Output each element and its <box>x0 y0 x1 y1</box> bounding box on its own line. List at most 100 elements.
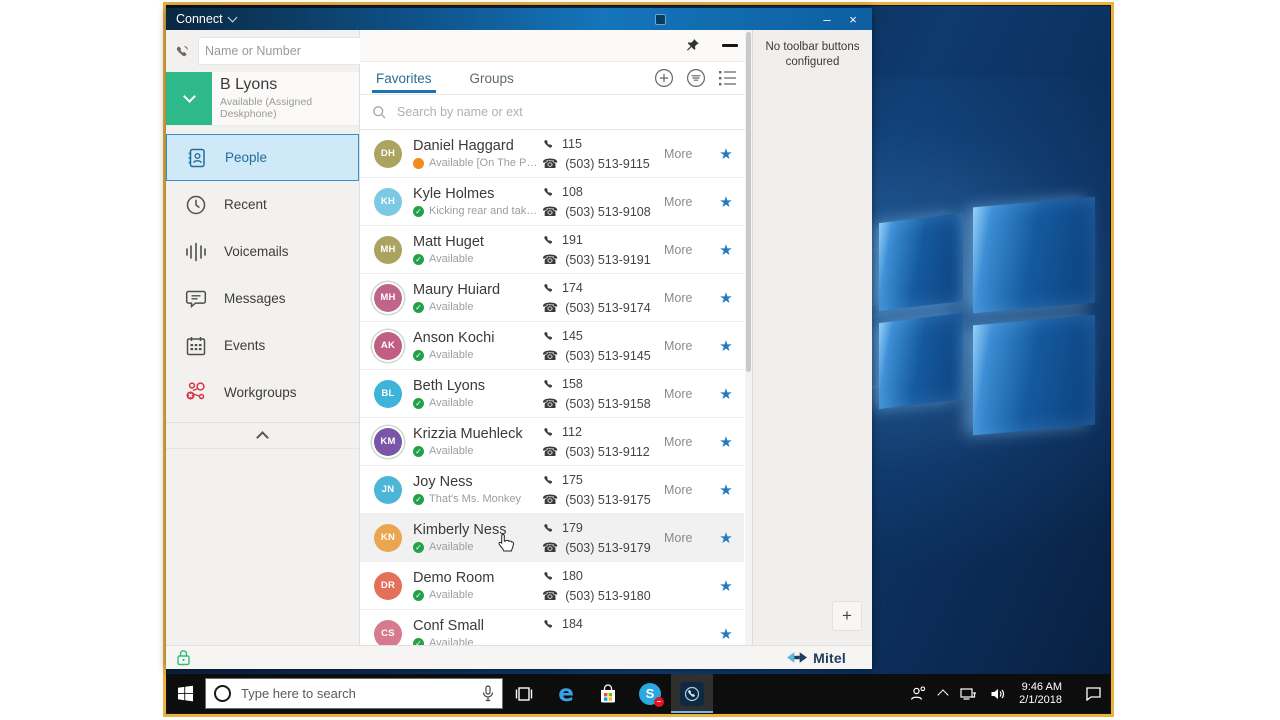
add-icon[interactable] <box>654 68 674 88</box>
contact-row[interactable]: KH Kyle Holmes ✓ Kicking rear and taking… <box>360 178 744 226</box>
more-button[interactable]: More <box>664 243 708 257</box>
task-view-button[interactable] <box>503 674 545 713</box>
connect-menu-button[interactable]: Connect <box>172 12 240 26</box>
phone-line: ☎ (503) 513-9180 <box>542 586 664 606</box>
sidebar-collapse-button[interactable] <box>166 423 359 449</box>
contact-row[interactable]: DH Daniel Haggard Available [On The Phon… <box>360 130 744 178</box>
phone-line: ☎ (503) 513-9145 <box>542 346 664 366</box>
contact-row[interactable]: CS Conf Small ✓ Available 184 ☎ ★ <box>360 610 744 645</box>
favorite-star-icon[interactable]: ★ <box>708 289 744 307</box>
taskbar-search[interactable] <box>205 678 503 709</box>
toolbar-buttons-panel: No toolbar buttons configured + <box>752 30 872 645</box>
contact-row[interactable]: MH Maury Huiard ✓ Available 174 ☎ (503) … <box>360 274 744 322</box>
favorite-star-icon[interactable]: ★ <box>708 385 744 403</box>
add-toolbar-button[interactable]: + <box>832 601 862 631</box>
more-button[interactable]: More <box>664 435 708 449</box>
phone-number: (503) 513-9191 <box>565 252 651 267</box>
more-button[interactable]: More <box>664 531 708 545</box>
mitel-logo: Mitel <box>786 650 846 666</box>
deskphone-icon: ☎ <box>542 204 559 219</box>
sidebar-item-voicemails[interactable]: Voicemails <box>166 228 359 275</box>
titlebar-dock-icon[interactable] <box>655 13 666 25</box>
favorite-star-icon[interactable]: ★ <box>708 529 744 547</box>
taskbar-clock[interactable]: 9:46 AM 2/1/2018 <box>1019 681 1062 707</box>
network-icon[interactable] <box>960 687 977 701</box>
sidebar-item-workgroups[interactable]: Workgroups <box>166 369 359 416</box>
handset-icon <box>542 281 555 294</box>
skype-icon[interactable]: S – <box>629 674 671 713</box>
store-icon[interactable] <box>587 674 629 713</box>
more-button[interactable]: More <box>664 291 708 305</box>
mitel-connect-taskbar-icon[interactable] <box>671 674 713 713</box>
sidebar-item-messages[interactable]: Messages <box>166 275 359 322</box>
start-button[interactable] <box>167 674 203 713</box>
collapse-dash-icon[interactable] <box>722 44 738 47</box>
pin-icon[interactable] <box>685 38 700 53</box>
favorite-star-icon[interactable]: ★ <box>708 145 744 163</box>
contact-row[interactable]: MH Matt Huget ✓ Available 191 ☎ (503) 51… <box>360 226 744 274</box>
favorite-star-icon[interactable]: ★ <box>708 625 744 643</box>
action-center-icon[interactable] <box>1085 686 1102 701</box>
sidebar-item-label: Voicemails <box>224 244 289 259</box>
handset-icon <box>542 233 555 246</box>
favorite-star-icon[interactable]: ★ <box>708 337 744 355</box>
handset-icon <box>542 617 555 630</box>
presence-icon: ✓ <box>413 349 424 361</box>
edge-icon[interactable]: e <box>545 674 587 713</box>
tab-groups[interactable]: Groups <box>468 64 516 92</box>
user-presence-dropdown[interactable] <box>166 72 212 125</box>
sidebar-item-recent[interactable]: Recent <box>166 181 359 228</box>
close-button[interactable]: × <box>840 12 866 27</box>
recent-icon <box>184 193 208 217</box>
contact-row[interactable]: BL Beth Lyons ✓ Available 158 ☎ (503) 51… <box>360 370 744 418</box>
sidebar-item-label: Recent <box>224 197 267 212</box>
more-button[interactable]: More <box>664 147 708 161</box>
favorite-star-icon[interactable]: ★ <box>708 433 744 451</box>
more-button[interactable]: More <box>664 387 708 401</box>
presence-icon <box>413 157 424 169</box>
more-button[interactable]: More <box>664 195 708 209</box>
contact-row[interactable]: KM Krizzia Muehleck ✓ Available 112 ☎ (5… <box>360 418 744 466</box>
quick-dial-row <box>166 30 394 72</box>
scrollbar[interactable] <box>745 30 752 645</box>
contact-row[interactable]: KN Kimberly Ness ✓ Available 179 ☎ (503)… <box>360 514 744 562</box>
sidebar-item-people[interactable]: People <box>166 134 359 181</box>
volume-icon[interactable] <box>990 687 1006 701</box>
extension-number: 180 <box>562 568 583 583</box>
avatar: KM <box>374 427 402 456</box>
taskbar: e S– 9:46 AM 2/1/2018 <box>167 674 1110 713</box>
list-view-icon[interactable] <box>718 69 738 87</box>
tab-favorites[interactable]: Favorites <box>372 64 436 93</box>
avatar: MH <box>374 235 402 264</box>
more-button[interactable]: More <box>664 339 708 353</box>
people-tray-icon[interactable] <box>910 686 926 701</box>
contacts-search-input[interactable] <box>395 104 740 120</box>
more-button[interactable]: More <box>664 483 708 497</box>
contact-row[interactable]: JN Joy Ness ✓ That's Ms. Monkey 175 ☎ (5… <box>360 466 744 514</box>
favorite-star-icon[interactable]: ★ <box>708 193 744 211</box>
contact-row[interactable]: AK Anson Kochi ✓ Available 145 ☎ (503) 5… <box>360 322 744 370</box>
tray-expand-chevron[interactable] <box>937 688 949 701</box>
quick-dial-input[interactable] <box>199 44 372 58</box>
taskbar-search-input[interactable] <box>239 685 474 702</box>
contact-row[interactable]: DR Demo Room ✓ Available 180 ☎ (503) 513… <box>360 562 744 610</box>
status-bar: Mitel <box>166 645 872 669</box>
extension-line: 175 <box>542 470 664 490</box>
favorite-star-icon[interactable]: ★ <box>708 241 744 259</box>
panel-toolbar <box>360 30 752 62</box>
avatar: KN <box>374 523 402 552</box>
system-tray: 9:46 AM 2/1/2018 <box>910 681 1110 707</box>
phone-line: ☎ (503) 513-9179 <box>542 538 664 558</box>
favorite-star-icon[interactable]: ★ <box>708 481 744 499</box>
deskphone-icon: ☎ <box>542 396 559 411</box>
favorite-star-icon[interactable]: ★ <box>708 577 744 595</box>
deskphone-icon: ☎ <box>542 156 559 171</box>
sidebar-item-events[interactable]: Events <box>166 322 359 369</box>
scrollbar-thumb[interactable] <box>746 32 751 372</box>
phone-line: ☎ (503) 513-9174 <box>542 298 664 318</box>
extension-line: 108 <box>542 182 664 202</box>
minimize-button[interactable]: – <box>814 12 840 27</box>
avatar: AK <box>374 331 402 360</box>
microphone-icon[interactable] <box>482 685 494 702</box>
filter-icon[interactable] <box>686 68 706 88</box>
